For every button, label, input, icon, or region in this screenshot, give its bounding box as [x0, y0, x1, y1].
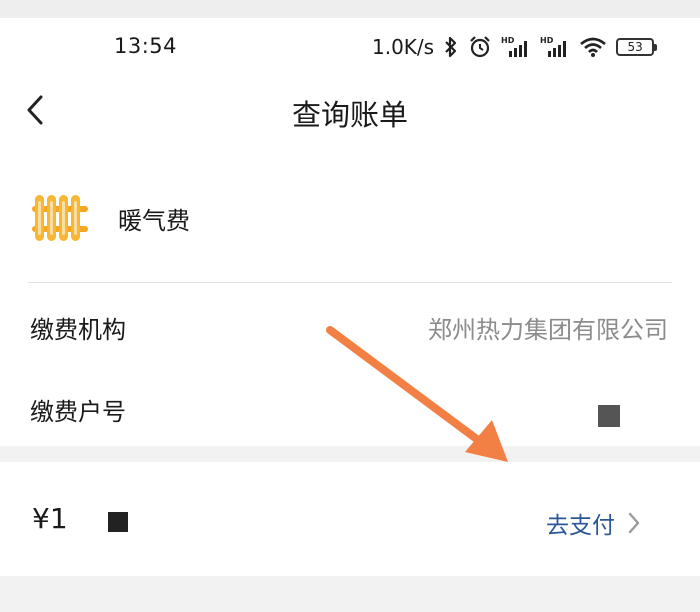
svg-text:HD: HD — [501, 36, 515, 45]
pay-label: 去支付 — [546, 513, 615, 539]
divider — [28, 282, 672, 283]
battery-level: 53 — [627, 40, 643, 54]
page-title: 查询账单 — [291, 98, 408, 132]
net-speed: 1.0K/s — [372, 35, 435, 59]
hd-signal-icon: HD — [501, 36, 528, 57]
bill-amount: ¥1 — [32, 502, 68, 535]
account-number-label: 缴费户号 — [30, 398, 126, 426]
payment-institution-label: 缴费机构 — [30, 316, 126, 344]
top-strip — [0, 0, 700, 18]
hd-signal-icon: HD — [540, 36, 567, 57]
status-time: 13:54 — [114, 34, 178, 58]
status-icons: 1.0K/s HD HD 53 — [372, 32, 658, 62]
battery-icon: 53 — [616, 38, 658, 56]
pay-button[interactable]: 去支付 — [546, 506, 641, 540]
payment-institution-value: 郑州热力集团有限公司 — [428, 316, 668, 344]
svg-text:HD: HD — [540, 36, 554, 45]
alarm-icon — [470, 36, 490, 58]
wifi-icon — [580, 37, 606, 57]
bill-category-label: 暖气费 — [118, 206, 190, 235]
bluetooth-icon — [445, 36, 457, 58]
chevron-right-icon — [628, 512, 640, 534]
account-number-redaction — [598, 405, 620, 427]
amount-redaction — [108, 512, 128, 532]
payment-card: ¥1 去支付 — [0, 462, 700, 576]
bill-category: 暖气费 — [30, 188, 190, 248]
radiator-icon — [32, 195, 88, 241]
nav-bar: 查询账单 — [0, 80, 700, 140]
status-bar: 13:54 1.0K/s HD HD 53 — [0, 30, 700, 66]
